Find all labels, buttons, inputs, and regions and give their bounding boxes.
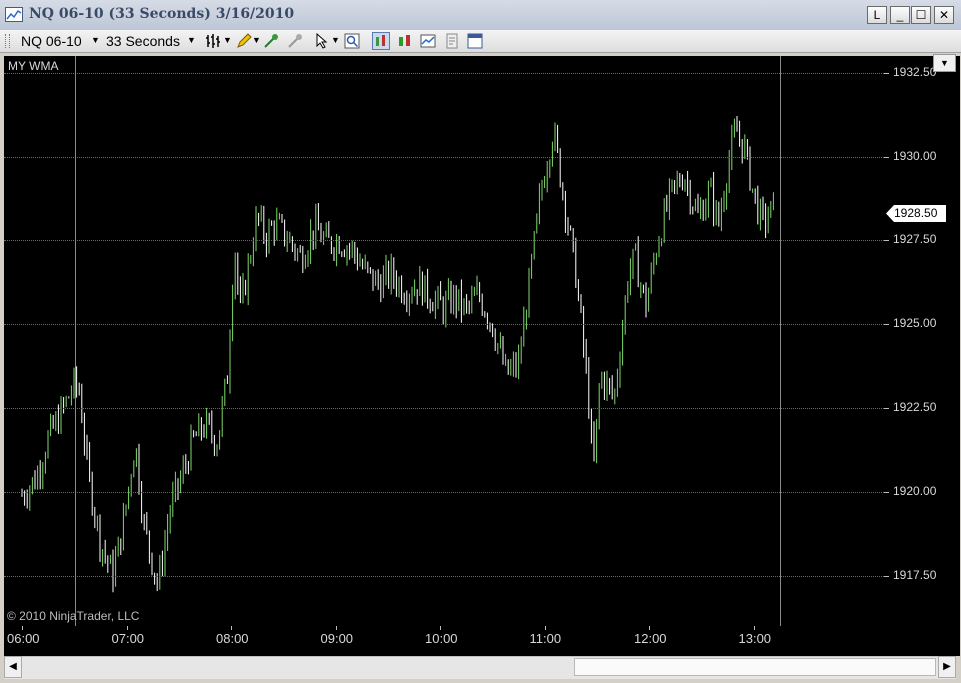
price-tick-label: 1927.50 — [893, 232, 937, 247]
time-tick-label: 10:00 — [425, 631, 458, 646]
instrument-dropdown-icon[interactable]: ▼ — [91, 35, 100, 45]
panel-dropdown-button[interactable]: ▼ — [933, 54, 956, 72]
interval-selector[interactable]: 33 Seconds — [106, 33, 180, 49]
price-tick-mark — [884, 324, 889, 326]
axis-corner — [884, 626, 960, 656]
gridline — [4, 240, 884, 242]
cursor-icon[interactable] — [313, 32, 331, 50]
bar-type-icon[interactable] — [205, 32, 223, 50]
title-bar: NQ 06-10 (33 Seconds) 3/16/2010 L _ ☐ ✕ — [0, 0, 961, 31]
gridline — [4, 72, 884, 74]
time-tick-label: 12:00 — [634, 631, 667, 646]
price-tick-label: 1917.50 — [893, 567, 937, 582]
candlestick-icon[interactable] — [396, 32, 414, 50]
time-tick-label: 07:00 — [111, 631, 145, 646]
scroll-thumb[interactable] — [574, 658, 936, 676]
scroll-right-arrow-icon[interactable]: ▶ — [938, 656, 956, 678]
indicator-label: MY WMA — [8, 59, 59, 73]
window-title: NQ 06-10 (33 Seconds) 3/16/2010 — [29, 6, 295, 22]
price-tick-label: 1932.50 — [893, 64, 937, 79]
instrument-selector[interactable]: NQ 06-10 — [21, 33, 82, 49]
gridline — [4, 156, 884, 158]
price-tick-label: 1920.00 — [893, 483, 937, 498]
price-tick-label: 1922.50 — [893, 400, 937, 415]
gridline — [4, 575, 884, 577]
chart-toolbar: NQ 06-10 ▼ 33 Seconds ▼ ▼ ▼ ▼ — [0, 30, 961, 53]
price-tick-mark — [884, 240, 889, 242]
session-break-line — [75, 56, 76, 626]
last-price-label: 1928.50 — [894, 206, 938, 220]
chart-app-icon — [5, 7, 23, 22]
drawing-dropdown-icon[interactable]: ▼ — [252, 35, 261, 45]
toolbar-grip[interactable] — [5, 34, 10, 48]
panel-icon[interactable] — [466, 32, 484, 50]
price-bars — [21, 116, 774, 593]
close-button[interactable]: ✕ — [934, 6, 954, 24]
time-tick-mark — [22, 626, 23, 630]
scroll-left-arrow-icon[interactable]: ◀ — [4, 656, 22, 678]
time-tick-mark — [231, 626, 232, 630]
chart-style-icon[interactable] — [372, 32, 390, 50]
cursor-dropdown-icon[interactable]: ▼ — [331, 35, 340, 45]
price-tick-mark — [884, 156, 889, 158]
maximize-button[interactable]: ☐ — [911, 6, 931, 24]
price-tick-mark — [884, 575, 889, 577]
gridline — [4, 491, 884, 493]
time-tick-mark — [753, 626, 755, 630]
price-tick-label: 1925.00 — [893, 316, 937, 331]
session-break-line — [780, 56, 781, 626]
time-tick-mark — [440, 626, 441, 630]
copyright-text: © 2010 NinjaTrader, LLC — [7, 609, 140, 623]
time-tick-label: 09:00 — [320, 631, 354, 646]
time-tick-mark — [649, 626, 650, 630]
gridline — [4, 408, 884, 410]
zoom-icon[interactable] — [343, 32, 361, 50]
gridline — [4, 324, 884, 326]
price-tick-mark — [884, 408, 889, 410]
time-tick-label: 06:00 — [7, 631, 40, 646]
time-tick-label: 08:00 — [216, 631, 249, 646]
price-tick-mark — [884, 72, 889, 74]
data-box-icon[interactable] — [419, 32, 437, 50]
price-tick-mark — [884, 491, 889, 493]
drawing-pencil-icon[interactable] — [235, 32, 253, 50]
time-tick-mark — [126, 626, 128, 630]
time-tick-mark — [544, 626, 546, 630]
interval-dropdown-icon[interactable]: ▼ — [187, 35, 196, 45]
properties-icon[interactable] — [443, 32, 461, 50]
time-tick-mark — [335, 626, 337, 630]
link-button[interactable]: L — [867, 6, 887, 24]
bar-type-dropdown-icon[interactable]: ▼ — [223, 35, 232, 45]
time-tick-label: 13:00 — [738, 631, 772, 646]
add-indicator-icon[interactable] — [262, 32, 280, 50]
remove-indicator-icon[interactable] — [286, 32, 304, 50]
price-axis[interactable] — [884, 56, 960, 626]
minimize-button[interactable]: _ — [890, 6, 910, 24]
price-tick-label: 1930.00 — [893, 148, 937, 163]
time-tick-label: 11:00 — [529, 631, 562, 646]
